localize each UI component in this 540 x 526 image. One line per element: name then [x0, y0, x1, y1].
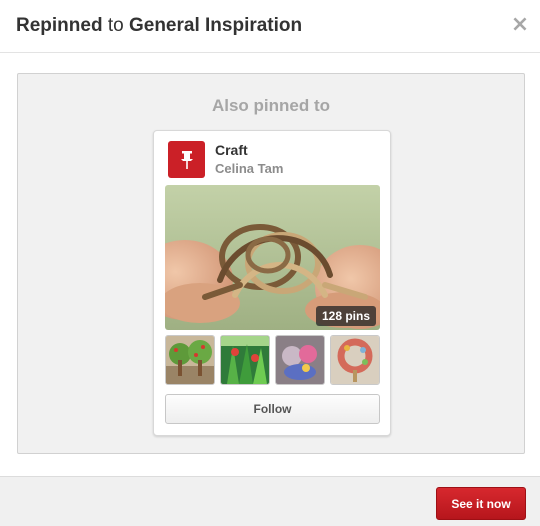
also-pinned-heading: Also pinned to [211, 96, 331, 115]
title-to: to [102, 15, 129, 36]
follow-button[interactable]: Follow [165, 394, 380, 424]
pin-count-badge: 128 pins [315, 306, 376, 326]
title-repinned: Repinned [16, 15, 103, 36]
pushpin-icon [168, 141, 205, 178]
board-owner[interactable]: Celina Tam [215, 161, 283, 176]
board-card[interactable]: Craft Celina Tam 128 pins Follow [153, 130, 391, 436]
dialog-footer: See it now [0, 476, 540, 526]
board-thumbnail-4[interactable] [330, 335, 380, 385]
close-icon[interactable]: × [510, 12, 530, 37]
board-name[interactable]: Craft [215, 142, 248, 158]
board-thumbnail-3[interactable] [275, 335, 325, 385]
board-cover-image[interactable]: 128 pins [165, 185, 380, 330]
also-pinned-panel: Also pinned to Craft Celina Tam 128 pins… [17, 73, 525, 454]
dialog-header: Repinned to General Inspiration × [0, 0, 540, 53]
dialog-title: Repinned to General Inspiration [16, 15, 302, 37]
see-it-now-button[interactable]: See it now [436, 487, 526, 520]
board-thumbnail-2[interactable] [220, 335, 270, 385]
board-thumbnail-1[interactable] [165, 335, 215, 385]
title-board-name: General Inspiration [128, 15, 303, 36]
